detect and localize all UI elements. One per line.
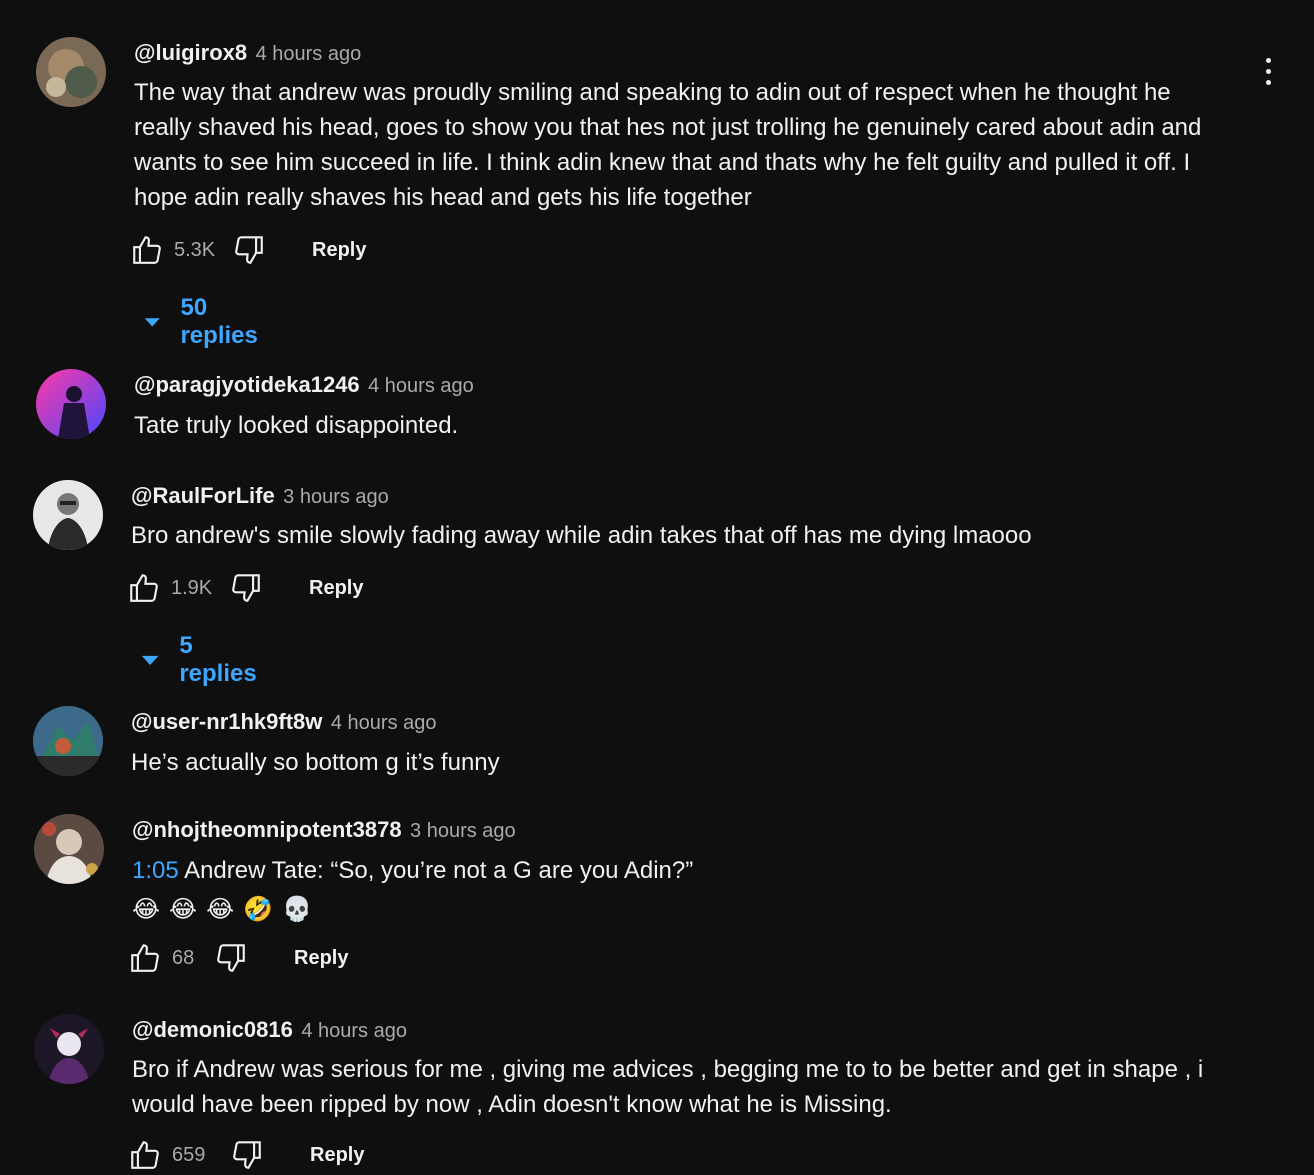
comment-text: 1:05 Andrew Tate: “So, you’re not a G ar… [132,853,1232,927]
comment-time[interactable]: 4 hours ago [256,43,362,65]
comment-author[interactable]: @nhojtheomnipotent3878 [132,817,402,842]
reply-button[interactable]: Reply [309,577,363,600]
like-count: 68 [172,946,195,969]
comment-time[interactable]: 4 hours ago [301,1020,407,1042]
comment-time[interactable]: 3 hours ago [410,820,516,842]
thumbs-down-icon[interactable] [214,941,248,975]
comment-text: Bro andrew's smile slowly fading away wh… [131,522,1032,549]
comment-text: Tate truly looked disappointed. [134,412,459,439]
emoji: 🤣 [243,896,274,923]
thumbs-down-icon[interactable] [229,571,263,605]
comment-author[interactable]: @RaulForLife [131,483,275,508]
reply-button[interactable]: Reply [312,239,366,262]
emoji: 😂 [206,896,235,923]
avatar[interactable] [34,1014,104,1084]
emoji: 😂 [132,896,161,923]
view-replies-button[interactable]: 50 replies [144,294,263,350]
comment-time[interactable]: 4 hours ago [331,712,437,734]
comment-author[interactable]: @paragjyotideka1246 [134,372,360,397]
avatar[interactable] [33,706,103,776]
comment-text: Bro if Andrew was serious for me , givin… [132,1056,1204,1118]
emoji-row: 😂 😂 😂 🤣 💀 [132,892,1232,927]
replies-label: 50 replies [180,294,258,349]
comment-text: The way that andrew was proudly smiling … [134,79,1202,211]
comment-time[interactable]: 4 hours ago [368,375,474,397]
comment-author[interactable]: @demonic0816 [132,1017,293,1042]
emoji: 😂 [169,896,198,923]
like-count: 5.3K [174,238,216,261]
comment-author[interactable]: @user-nr1hk9ft8w [131,709,322,734]
caret-down-icon [141,655,159,665]
view-replies-button[interactable]: 5 replies [141,632,260,688]
comment-time[interactable]: 3 hours ago [283,486,389,508]
thumbs-up-icon[interactable] [130,233,164,267]
thumbs-up-icon[interactable] [127,571,161,605]
avatar[interactable] [36,37,106,107]
reply-button[interactable]: Reply [294,947,348,970]
thumbs-up-icon[interactable] [128,941,162,975]
emoji: 💀 [282,896,312,923]
replies-label: 5 replies [179,632,257,687]
comment-text: He’s actually so bottom g it’s funny [131,749,500,776]
comment-action-menu-icon[interactable] [1262,58,1274,91]
comment-text-body: Andrew Tate: “So, you’re not a G are you… [178,857,694,884]
thumbs-up-icon[interactable] [128,1138,162,1172]
comment-author[interactable]: @luigirox8 [134,40,247,65]
avatar[interactable] [33,480,103,550]
thumbs-down-icon[interactable] [230,1138,264,1172]
like-count: 1.9K [171,576,213,599]
reply-button[interactable]: Reply [310,1144,364,1167]
timestamp-link[interactable]: 1:05 [132,857,179,884]
like-count: 659 [172,1143,206,1166]
avatar[interactable] [34,814,104,884]
avatar[interactable] [36,369,106,439]
caret-down-icon [144,318,160,327]
thumbs-down-icon[interactable] [232,233,266,267]
